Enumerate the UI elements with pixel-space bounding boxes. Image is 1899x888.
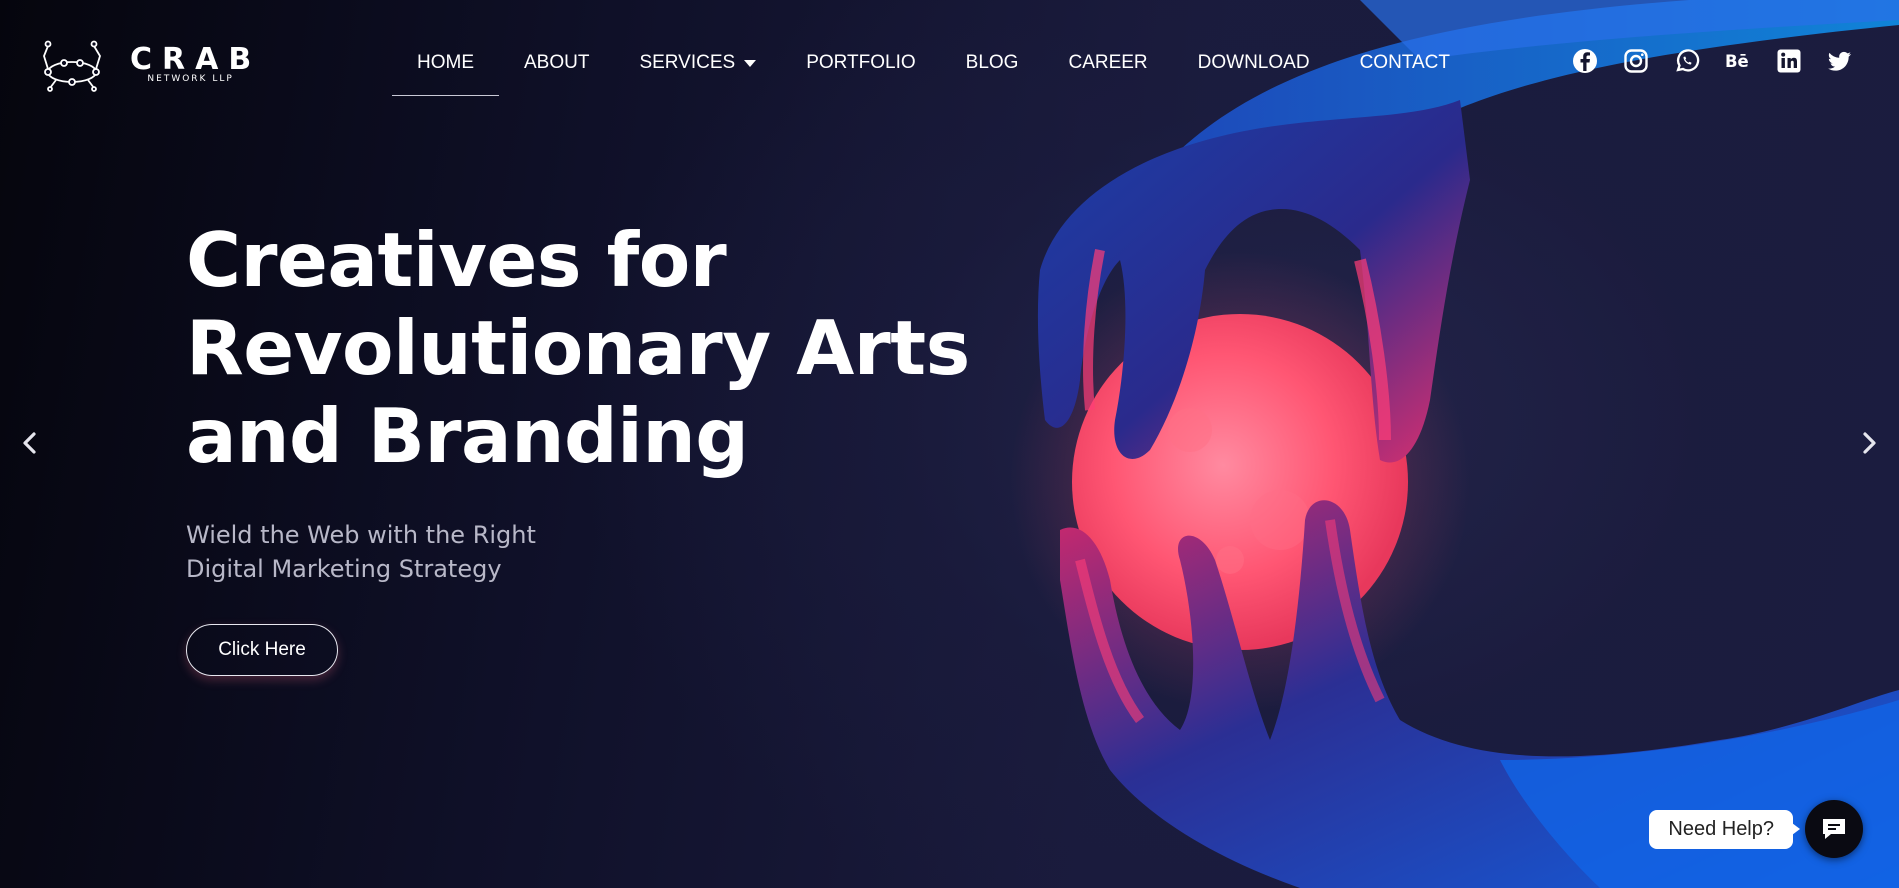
- chat-button[interactable]: [1805, 800, 1863, 858]
- brand-subtitle: NETWORK LLP: [147, 74, 234, 84]
- whatsapp-icon[interactable]: [1674, 48, 1700, 74]
- nav-about-label: ABOUT: [524, 52, 590, 73]
- nav-contact[interactable]: CONTACT: [1335, 44, 1475, 96]
- nav-about[interactable]: ABOUT: [499, 44, 614, 96]
- help-widget: Need Help?: [1649, 800, 1863, 858]
- social-links: Bē: [1572, 48, 1853, 74]
- nav-portfolio[interactable]: PORTFOLIO: [781, 44, 940, 96]
- hero-subtitle: Wield the Web with the Right Digital Mar…: [186, 518, 586, 586]
- nav-download[interactable]: DOWNLOAD: [1173, 44, 1335, 96]
- nav-home[interactable]: HOME: [392, 44, 499, 96]
- chat-icon: [1823, 819, 1845, 839]
- hero-section: Creatives for Revolutionary Arts and Bra…: [186, 216, 1006, 676]
- behance-icon[interactable]: Bē: [1725, 48, 1751, 74]
- hero-title: Creatives for Revolutionary Arts and Bra…: [186, 216, 1006, 480]
- instagram-icon[interactable]: [1623, 48, 1649, 74]
- nav-career[interactable]: CAREER: [1043, 44, 1172, 96]
- nav-download-label: DOWNLOAD: [1197, 52, 1310, 73]
- nav-services-label: SERVICES: [639, 52, 736, 73]
- hero-title-line-1: Creatives for: [186, 216, 727, 304]
- crab-logo-icon: [43, 40, 101, 92]
- slider-prev-arrow[interactable]: [16, 428, 44, 458]
- click-here-button[interactable]: Click Here: [186, 624, 338, 676]
- brand-logo[interactable]: CRAB NETWORK LLP: [38, 36, 261, 92]
- nav-portfolio-label: PORTFOLIO: [806, 52, 916, 73]
- hero-title-line-2: Revolutionary Arts: [186, 304, 970, 392]
- chevron-right-icon: [1863, 432, 1876, 454]
- caret-down-icon: [744, 59, 757, 67]
- main-nav: HOME ABOUT SERVICES PORTFOLIO BLOG CAREE…: [392, 44, 1475, 96]
- nav-contact-label: CONTACT: [1359, 52, 1450, 73]
- nav-services[interactable]: SERVICES: [614, 44, 781, 96]
- nav-career-label: CAREER: [1068, 52, 1148, 73]
- nav-blog-label: BLOG: [965, 52, 1019, 73]
- nav-blog[interactable]: BLOG: [941, 44, 1044, 96]
- brand-name: CRAB: [130, 42, 262, 77]
- hero-title-line-3: and Branding: [186, 392, 749, 480]
- linkedin-icon[interactable]: [1776, 48, 1802, 74]
- facebook-icon[interactable]: [1572, 48, 1598, 74]
- hero-subtitle-line-1: Wield the Web with the Right: [186, 521, 536, 549]
- svg-text:Bē: Bē: [1725, 52, 1749, 71]
- hero-subtitle-line-2: Digital Marketing Strategy: [186, 555, 502, 583]
- twitter-icon[interactable]: [1827, 48, 1853, 74]
- chevron-left-icon: [23, 432, 36, 454]
- need-help-label[interactable]: Need Help?: [1649, 809, 1800, 849]
- slider-next-arrow[interactable]: [1855, 428, 1883, 458]
- nav-home-label: HOME: [417, 52, 474, 73]
